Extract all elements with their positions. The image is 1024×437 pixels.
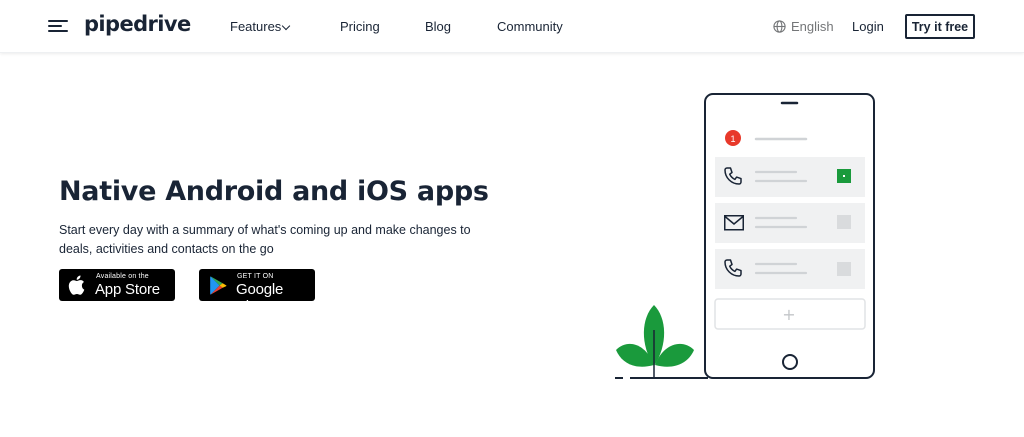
globe-icon[interactable] — [773, 20, 786, 33]
app-store-big-label: App Store — [95, 281, 160, 298]
login-link[interactable]: Login — [852, 19, 884, 34]
plant-icon — [616, 305, 694, 378]
hero-description: Start every day with a summary of what's… — [59, 223, 471, 256]
google-play-icon — [210, 276, 227, 295]
checkbox-empty-icon — [837, 262, 851, 276]
app-store-small-label: Available on the — [96, 273, 149, 280]
phone-illustration: 1 + — [615, 93, 875, 379]
apple-icon — [68, 275, 85, 295]
nav-features[interactable]: Features — [230, 19, 281, 34]
top-navigation-bar: pipedrive Features Pricing Blog Communit… — [0, 0, 1024, 53]
nav-community[interactable]: Community — [497, 19, 563, 34]
language-selector[interactable]: English — [791, 19, 834, 34]
notification-count: 1 — [730, 134, 735, 144]
app-store-button[interactable]: Available on the App Store — [59, 269, 175, 301]
try-it-free-button[interactable]: Try it free — [905, 14, 975, 39]
nav-blog[interactable]: Blog — [425, 19, 451, 34]
google-play-button[interactable]: GET IT ON Google Play — [199, 269, 315, 315]
plus-icon: + — [782, 305, 795, 324]
hamburger-menu-icon[interactable] — [48, 18, 68, 34]
google-play-small-label: GET IT ON — [237, 273, 274, 280]
checkbox-empty-icon — [837, 215, 851, 229]
hero-title: Native Android and iOS apps — [59, 176, 489, 207]
google-play-big-label: Google Play — [236, 281, 284, 315]
nav-pricing[interactable]: Pricing — [340, 19, 380, 34]
chevron-down-icon[interactable] — [281, 21, 291, 31]
pipedrive-logo[interactable]: pipedrive — [84, 12, 191, 36]
